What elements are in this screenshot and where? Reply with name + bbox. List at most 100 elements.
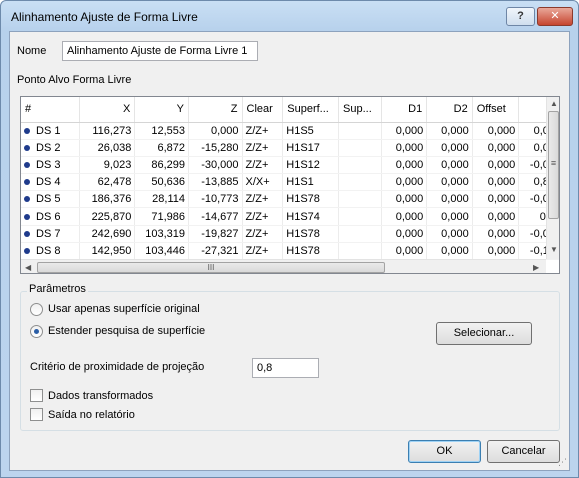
grid-horizontal-scrollbar[interactable]: ◀ III ▶ xyxy=(21,259,546,273)
row-name: DS 1 xyxy=(36,124,61,137)
cell-offset: 0,000 xyxy=(472,207,520,226)
table-row[interactable]: DS 4 62,478 50,636 -13,885 X/X+ H1S1 0,000 0,00… xyxy=(21,173,559,192)
cell-clear: Z/Z+ xyxy=(242,190,284,209)
cell-y: 6,872 xyxy=(134,139,189,157)
cell-surf: H1S74 xyxy=(282,207,340,226)
point-marker-icon xyxy=(24,213,30,220)
cell-x: 62,478 xyxy=(79,173,136,192)
cell-d2: 0,000 xyxy=(426,190,473,209)
row-name: DS 4 xyxy=(36,176,61,189)
table-row[interactable]: DS 1 116,273 12,553 0,000 Z/Z+ H1S5 0,000 0,000… xyxy=(21,122,559,140)
cell-d2: 0,000 xyxy=(426,225,473,243)
column-header[interactable]: D2 xyxy=(426,97,473,123)
scroll-right-icon[interactable]: ▶ xyxy=(533,263,539,272)
cell-z: -10,773 xyxy=(188,190,243,209)
cell-y: 86,299 xyxy=(134,156,189,175)
window-title: Alinhamento Ajuste de Forma Livre xyxy=(11,10,198,24)
cell-d1: 0,000 xyxy=(381,207,428,226)
table-row[interactable]: DS 2 26,038 6,872 -15,280 Z/Z+ H1S17 0,000 0,00… xyxy=(21,139,559,157)
resize-grip-icon[interactable]: ⋰ xyxy=(558,457,567,468)
row-name-cell: DS 6 xyxy=(21,207,80,226)
radio-original-label[interactable]: Usar apenas superfície original xyxy=(48,303,200,315)
cell-d2: 0,000 xyxy=(426,156,473,175)
point-marker-icon xyxy=(24,248,30,254)
cell-surf: H1S78 xyxy=(282,242,340,261)
column-header[interactable]: Y xyxy=(134,97,189,123)
dialog-window: Alinhamento Ajuste de Forma Livre ? ✕ No… xyxy=(0,0,579,478)
checkbox-transformed[interactable] xyxy=(30,389,43,402)
checkbox-report-label[interactable]: Saída no relatório xyxy=(48,409,135,421)
row-name: DS 5 xyxy=(36,193,61,206)
horizontal-scroll-thumb[interactable]: III xyxy=(37,262,385,273)
cell-d2: 0,000 xyxy=(426,173,473,192)
cell-sup xyxy=(338,242,382,261)
cell-clear: X/X+ xyxy=(242,173,284,192)
row-name-cell: DS 5 xyxy=(21,190,80,209)
cell-y: 103,319 xyxy=(134,225,189,243)
scroll-left-icon[interactable]: ◀ xyxy=(25,263,31,272)
column-header[interactable]: Clear xyxy=(242,97,284,123)
proximity-input[interactable]: 0,8 xyxy=(252,358,319,378)
cell-sup xyxy=(338,122,382,140)
table-row[interactable]: DS 6 225,870 71,986 -14,677 Z/Z+ H1S74 0,000 0,… xyxy=(21,207,559,226)
cell-x: 116,273 xyxy=(79,122,136,140)
row-name: DS 2 xyxy=(36,141,61,154)
column-header[interactable]: Z xyxy=(188,97,243,123)
cell-sup xyxy=(338,139,382,157)
point-marker-icon xyxy=(24,179,30,186)
cell-surf: H1S78 xyxy=(282,225,340,243)
radio-original-surface[interactable] xyxy=(30,303,43,316)
select-button[interactable]: Selecionar... xyxy=(436,322,532,345)
table-row[interactable]: DS 7 242,690 103,319 -19,827 Z/Z+ H1S78 0,000 0… xyxy=(21,225,559,243)
cell-y: 71,986 xyxy=(134,207,189,226)
cell-offset: 0,000 xyxy=(472,173,520,192)
table-row[interactable]: DS 8 142,950 103,446 -27,321 Z/Z+ H1S78 0,000 0… xyxy=(21,242,559,261)
ok-button[interactable]: OK xyxy=(408,440,481,463)
column-header[interactable]: Offset xyxy=(472,97,520,123)
points-grid[interactable]: # X Y Z Clear Superf... Sup... D1 D2 Off… xyxy=(20,96,560,274)
column-header[interactable]: X xyxy=(79,97,136,123)
cell-d1: 0,000 xyxy=(381,122,428,140)
point-marker-icon xyxy=(24,127,30,134)
cell-z: 0,000 xyxy=(188,122,243,140)
name-input[interactable]: Alinhamento Ajuste de Forma Livre 1 xyxy=(62,41,258,61)
radio-extend-search[interactable] xyxy=(30,325,43,338)
table-row[interactable]: DS 5 186,376 28,114 -10,773 Z/Z+ H1S78 0,000 0,… xyxy=(21,190,559,209)
cell-sup xyxy=(338,207,382,226)
column-header[interactable]: Superf... xyxy=(282,97,340,123)
checkbox-report[interactable] xyxy=(30,408,43,421)
checkbox-transformed-label[interactable]: Dados transformados xyxy=(48,390,153,402)
cancel-button[interactable]: Cancelar xyxy=(487,440,560,463)
cell-x: 26,038 xyxy=(79,139,136,157)
cell-offset: 0,000 xyxy=(472,122,520,140)
title-bar[interactable]: Alinhamento Ajuste de Forma Livre ? ✕ xyxy=(1,1,578,31)
cell-x: 9,023 xyxy=(79,156,136,175)
cell-d1: 0,000 xyxy=(381,139,428,157)
grid-vertical-scrollbar[interactable]: ▲ ≡ ▼ xyxy=(546,97,559,259)
help-button[interactable]: ? xyxy=(506,7,535,26)
cell-sup xyxy=(338,225,382,243)
scroll-up-icon[interactable]: ▲ xyxy=(550,99,558,108)
row-name: DS 6 xyxy=(36,210,61,223)
table-row[interactable]: DS 3 9,023 86,299 -30,000 Z/Z+ H1S12 0,000 0,00… xyxy=(21,156,559,175)
cell-z: -14,677 xyxy=(188,207,243,226)
radio-extend-label[interactable]: Estender pesquisa de superfície xyxy=(48,325,205,337)
row-name-cell: DS 7 xyxy=(21,225,80,243)
cell-clear: Z/Z+ xyxy=(242,242,284,261)
cell-clear: Z/Z+ xyxy=(242,225,284,243)
row-name: DS 8 xyxy=(36,244,61,257)
cell-z: -19,827 xyxy=(188,225,243,243)
cell-clear: Z/Z+ xyxy=(242,122,284,140)
close-button[interactable]: ✕ xyxy=(537,7,573,26)
cell-d1: 0,000 xyxy=(381,190,428,209)
vertical-scroll-thumb[interactable]: ≡ xyxy=(548,111,559,219)
row-name-cell: DS 3 xyxy=(21,156,80,175)
column-header[interactable]: # xyxy=(21,97,80,123)
scroll-down-icon[interactable]: ▼ xyxy=(550,245,558,254)
cell-surf: H1S17 xyxy=(282,139,340,157)
column-header[interactable]: D1 xyxy=(381,97,428,123)
column-header[interactable]: Sup... xyxy=(338,97,382,123)
cell-surf: H1S12 xyxy=(282,156,340,175)
row-name: DS 3 xyxy=(36,158,61,171)
cell-x: 142,950 xyxy=(79,242,136,261)
